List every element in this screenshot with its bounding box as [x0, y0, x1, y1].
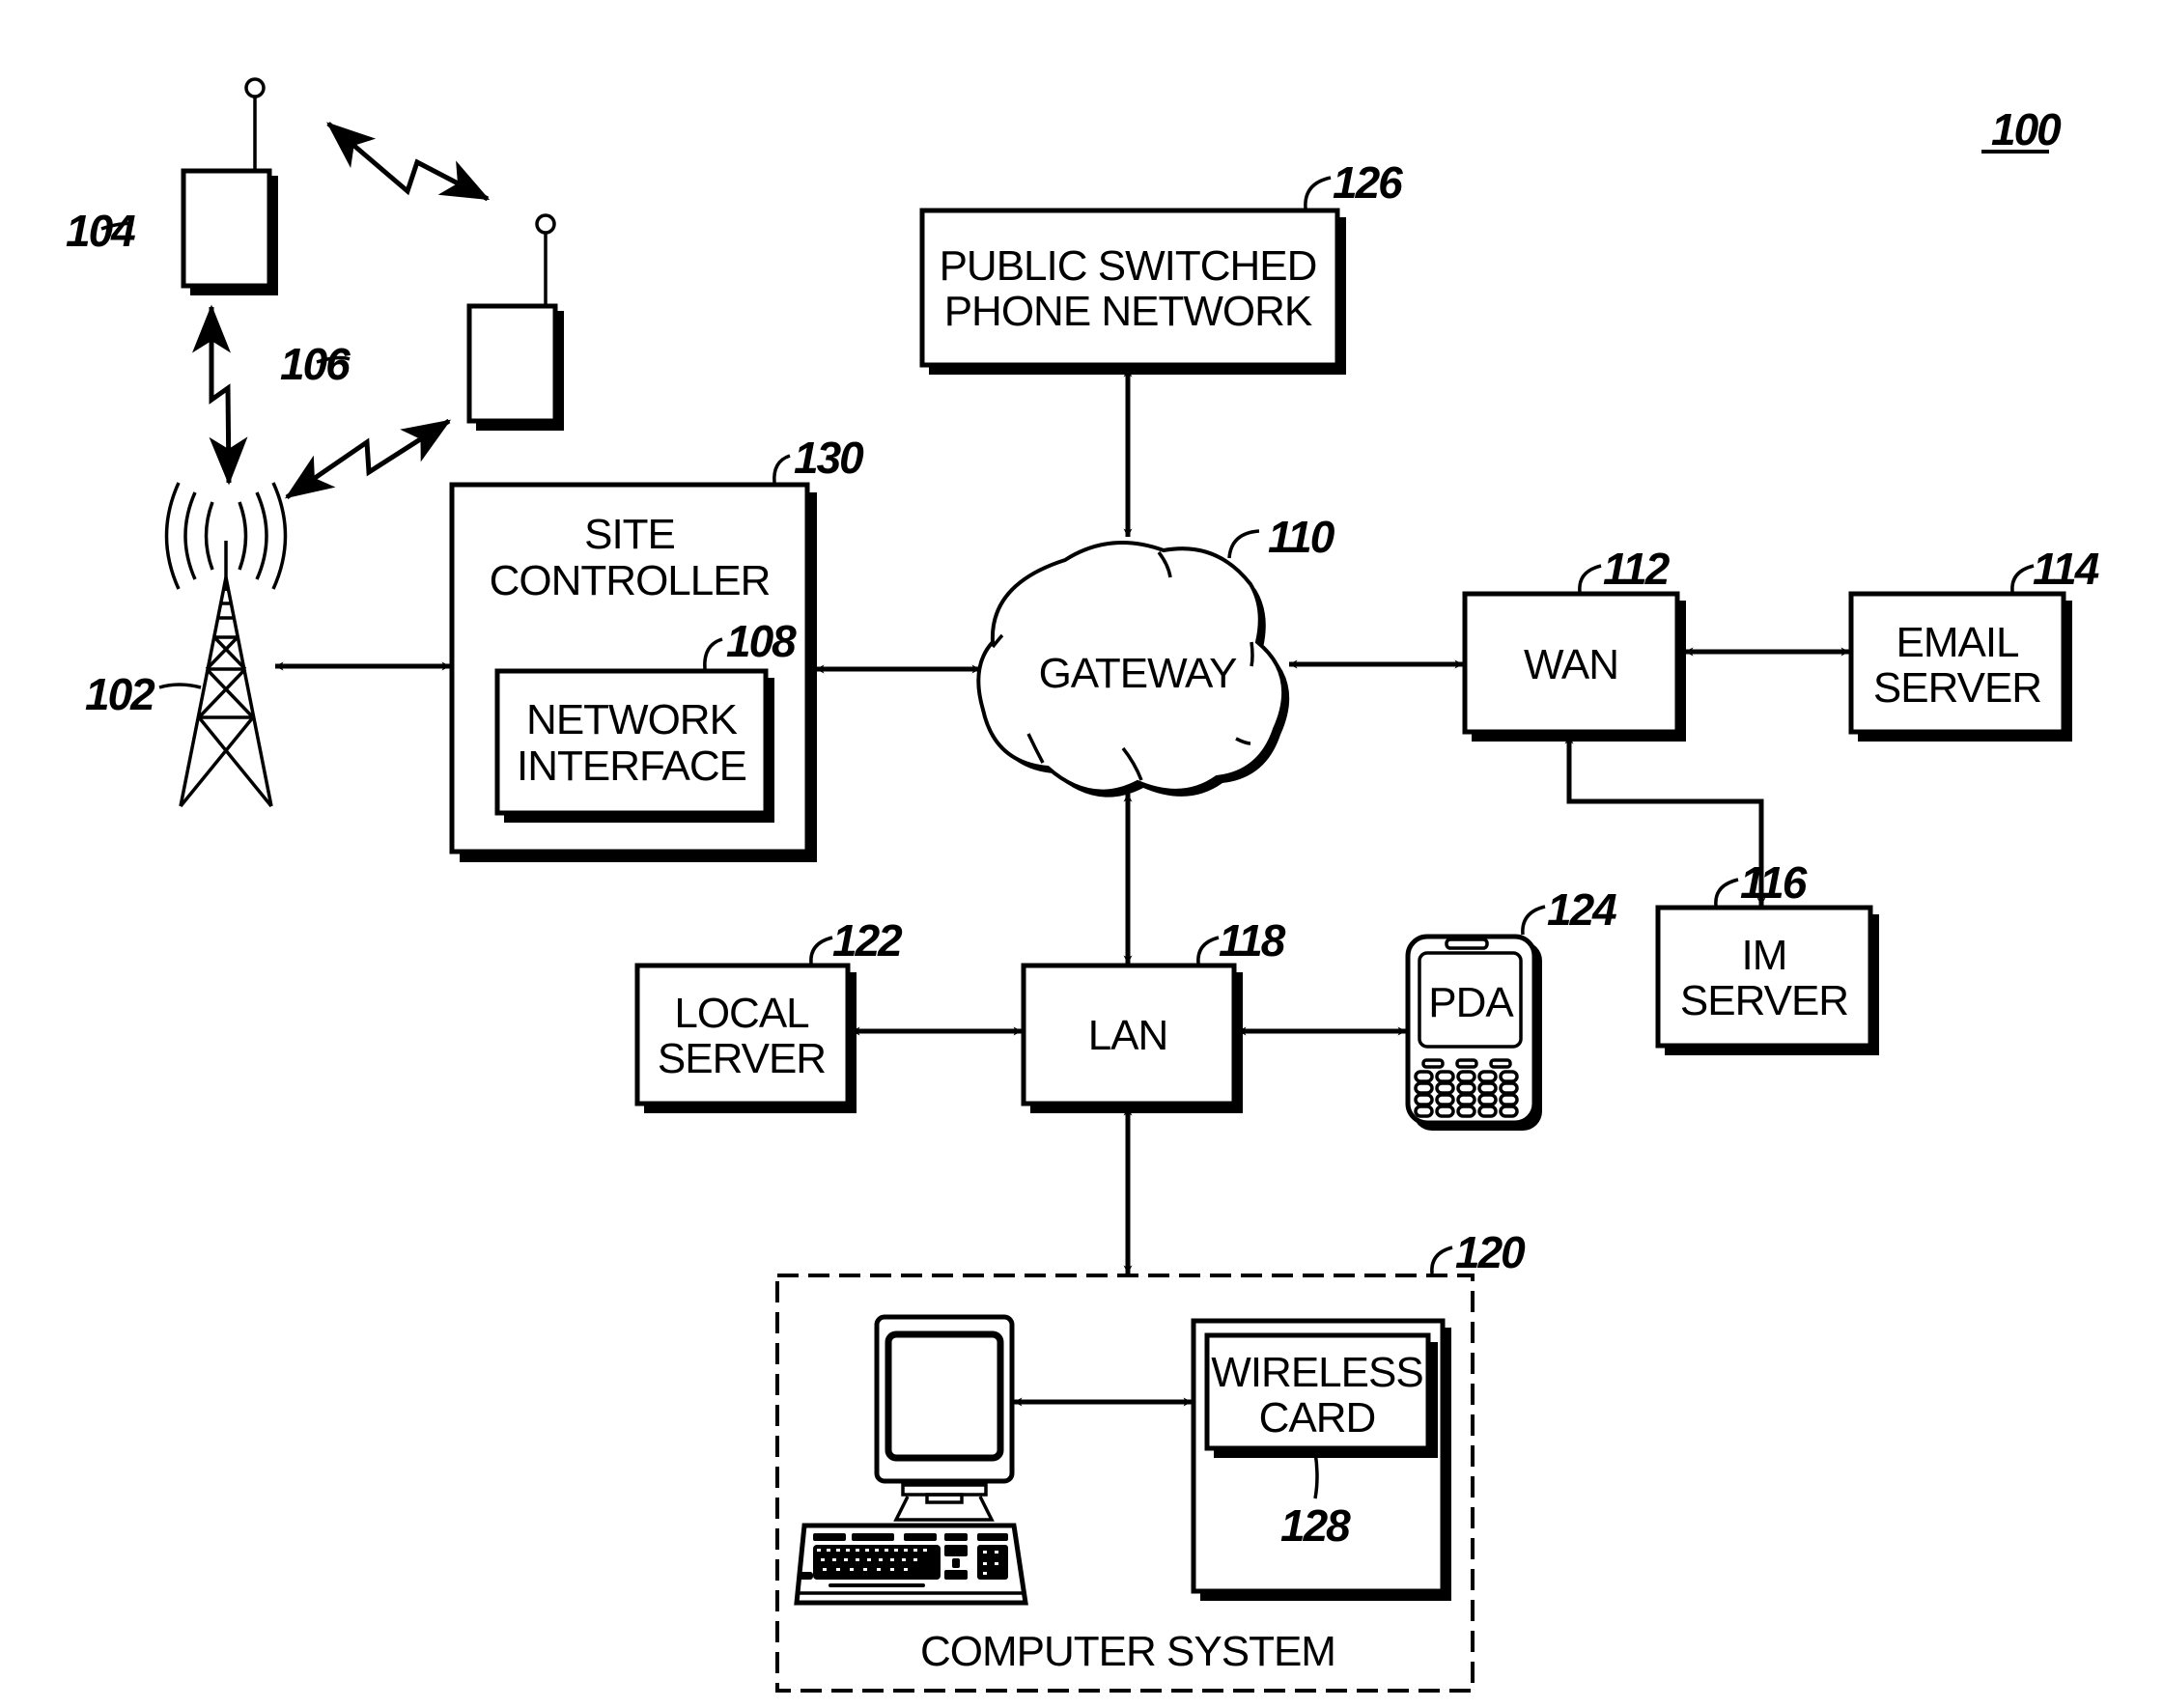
leader-line [1521, 905, 1546, 936]
figure-ref-100: 100 [1981, 104, 2064, 154]
wireless-link-104-102 [192, 304, 248, 486]
leader-line [772, 454, 791, 484]
leader-line [1714, 878, 1739, 907]
ref-label-128: 128 [1280, 1500, 1351, 1551]
local-server-label-line1: LOCAL [674, 990, 809, 1037]
email-server-label-line2: SERVER [1873, 664, 2041, 712]
local-server-label-line2: SERVER [658, 1035, 826, 1082]
im-server-label-line2: SERVER [1680, 977, 1848, 1024]
ref-label-102: 102 [85, 669, 155, 719]
ref-label-112: 112 [1603, 544, 1671, 594]
ref-label-116: 116 [1740, 857, 1808, 908]
pda-124: PDA 124 [1405, 884, 1618, 1131]
antenna-tip-icon [244, 77, 266, 98]
lan-118: LAN 118 [1021, 915, 1288, 1113]
ref-label-110: 110 [1268, 512, 1335, 562]
ref-label-104: 104 [66, 206, 135, 256]
leader-line [809, 936, 833, 965]
wireless-link-104-106 [326, 122, 491, 202]
base-station-tower-102: 102 [85, 482, 288, 808]
figure-ref-underline [1981, 150, 2049, 154]
computer-system-120: 120 COMPUTER SYSTEM WIRELESS CARD 128 [775, 1227, 1528, 1693]
subscriber-unit-106: 106 [280, 213, 564, 431]
network-diagram: 100 104 106 102 SITE CONTROLLER 130 NETW… [66, 77, 2101, 1693]
leader-line [2010, 564, 2035, 593]
leader-line [1304, 176, 1332, 210]
lan-label: LAN [1088, 1012, 1168, 1059]
ref-label-122: 122 [832, 915, 903, 966]
radio-device-icon [181, 168, 272, 289]
ref-label-106: 106 [280, 339, 351, 389]
ref-label-124: 124 [1547, 884, 1616, 935]
subscriber-unit-104: 104 [66, 77, 278, 295]
desktop-computer-icon [794, 1314, 1028, 1606]
site-controller-130: SITE CONTROLLER 130 NETWORK INTERFACE 10… [449, 433, 866, 862]
ref-label-108: 108 [726, 616, 797, 666]
email-server-label-line1: EMAIL [1896, 619, 2019, 666]
monitor-stand [893, 1496, 995, 1522]
wireless-card-label-line1: WIRELESS [1211, 1349, 1422, 1396]
figure-ref-label: 100 [1991, 104, 2062, 154]
leader-line [1227, 529, 1260, 559]
im-server-116: IM SERVER 116 [1655, 857, 1879, 1055]
im-server-label-line1: IM [1742, 932, 1787, 979]
pstn-label-line1: PUBLIC SWITCHED [940, 242, 1317, 290]
leader-line [158, 683, 202, 689]
ref-label-130: 130 [794, 433, 864, 483]
wan-112: WAN 112 [1462, 544, 1686, 742]
email-server-114: EMAIL SERVER 114 [1848, 544, 2101, 742]
tower-icon [179, 541, 273, 808]
wireless-card-label-line2: CARD [1259, 1394, 1376, 1442]
leader-line [1578, 564, 1602, 593]
network-interface-label-line2: INTERFACE [517, 742, 746, 790]
leader-line [1196, 936, 1220, 965]
wan-label: WAN [1524, 641, 1618, 688]
pstn-126: PUBLIC SWITCHED PHONE NETWORK 126 [919, 157, 1405, 375]
site-controller-label-line1: SITE [584, 511, 675, 558]
network-interface-label-line1: NETWORK [526, 696, 738, 743]
ref-label-126: 126 [1333, 157, 1403, 208]
local-server-122: LOCAL SERVER 122 [634, 915, 905, 1113]
ref-label-114: 114 [2033, 544, 2099, 594]
computer-system-label: COMPUTER SYSTEM [920, 1628, 1335, 1675]
gateway-110: GATEWAY 110 [976, 512, 1337, 798]
antenna-tip-icon [535, 213, 556, 235]
leader-line [1313, 1451, 1319, 1499]
ref-label-120: 120 [1455, 1227, 1526, 1277]
leader-line [1430, 1246, 1453, 1274]
pda-label: PDA [1428, 979, 1514, 1026]
radio-device-icon [466, 303, 558, 424]
site-controller-label-line2: CONTROLLER [490, 557, 771, 604]
wireless-link-106-102 [284, 418, 452, 500]
pstn-label-line2: PHONE NETWORK [944, 288, 1312, 335]
ref-label-118: 118 [1219, 915, 1286, 966]
gateway-label: GATEWAY [1039, 650, 1238, 697]
